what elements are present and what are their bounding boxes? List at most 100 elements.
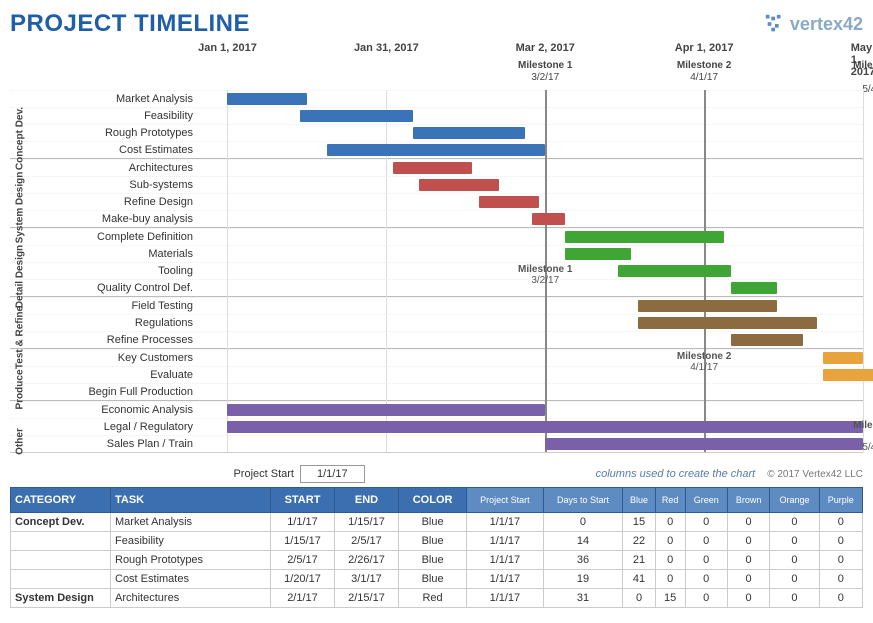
gantt-row: Regulations bbox=[10, 314, 863, 331]
cell[interactable]: 0 bbox=[819, 589, 862, 608]
gantt-bar[interactable] bbox=[532, 213, 565, 225]
gantt-bar[interactable] bbox=[565, 248, 631, 260]
cell[interactable]: Blue bbox=[398, 513, 466, 532]
cell[interactable]: 19 bbox=[543, 570, 623, 589]
gantt-bar[interactable] bbox=[731, 334, 804, 346]
cell[interactable]: Red bbox=[398, 589, 466, 608]
cell[interactable]: Feasibility bbox=[111, 532, 271, 551]
cell[interactable]: 0 bbox=[727, 532, 770, 551]
gantt-bar[interactable] bbox=[327, 144, 545, 156]
cell[interactable]: 0 bbox=[655, 532, 685, 551]
cell[interactable]: 0 bbox=[770, 532, 819, 551]
cell[interactable]: 0 bbox=[655, 513, 685, 532]
cell[interactable]: 1/1/17 bbox=[467, 513, 543, 532]
cell[interactable]: 1/20/17 bbox=[271, 570, 335, 589]
gantt-bar[interactable] bbox=[638, 317, 817, 329]
cell[interactable]: 0 bbox=[685, 532, 727, 551]
cell[interactable]: 14 bbox=[543, 532, 623, 551]
cell[interactable]: 0 bbox=[819, 532, 862, 551]
cell[interactable]: Blue bbox=[398, 551, 466, 570]
cell[interactable]: 15 bbox=[655, 589, 685, 608]
cell[interactable]: 0 bbox=[770, 513, 819, 532]
gantt-bar[interactable] bbox=[479, 196, 539, 208]
cell[interactable]: 41 bbox=[623, 570, 655, 589]
cell[interactable]: 0 bbox=[819, 551, 862, 570]
cell[interactable]: 1/1/17 bbox=[467, 589, 543, 608]
cell[interactable]: 0 bbox=[727, 570, 770, 589]
gantt-bar[interactable] bbox=[300, 110, 413, 122]
project-start-value[interactable]: 1/1/17 bbox=[300, 465, 365, 483]
gantt-bar[interactable] bbox=[638, 300, 777, 312]
task-label: Cost Estimates bbox=[46, 144, 201, 156]
gantt-bar[interactable] bbox=[393, 162, 472, 174]
cell[interactable]: 1/1/17 bbox=[467, 551, 543, 570]
gantt-bar[interactable] bbox=[413, 127, 526, 139]
cell[interactable]: 0 bbox=[655, 551, 685, 570]
gantt-bar[interactable] bbox=[227, 421, 863, 433]
cell[interactable]: 0 bbox=[819, 513, 862, 532]
gantt-bar[interactable] bbox=[565, 231, 724, 243]
cell[interactable]: 0 bbox=[727, 551, 770, 570]
cell[interactable]: 0 bbox=[727, 589, 770, 608]
cell[interactable]: 1/15/17 bbox=[334, 513, 398, 532]
task-label: Architectures bbox=[46, 162, 201, 174]
cell[interactable]: 1/15/17 bbox=[271, 532, 335, 551]
cell[interactable]: 2/5/17 bbox=[271, 551, 335, 570]
cell[interactable]: 0 bbox=[655, 570, 685, 589]
table-row[interactable]: System DesignArchitectures2/1/172/15/17R… bbox=[11, 589, 863, 608]
cell[interactable]: 0 bbox=[819, 570, 862, 589]
gantt-bar[interactable] bbox=[823, 352, 863, 364]
cell[interactable]: 1/1/17 bbox=[467, 532, 543, 551]
chart-note: columns used to create the chart bbox=[596, 468, 768, 480]
cell[interactable]: 0 bbox=[770, 570, 819, 589]
gantt-bar[interactable] bbox=[419, 179, 498, 191]
gantt-bar[interactable] bbox=[227, 404, 545, 416]
gantt-bar[interactable] bbox=[545, 438, 863, 450]
cell[interactable]: 0 bbox=[770, 589, 819, 608]
cell[interactable]: Market Analysis bbox=[111, 513, 271, 532]
cell[interactable]: 0 bbox=[685, 551, 727, 570]
cell[interactable]: Architectures bbox=[111, 589, 271, 608]
cell[interactable]: System Design bbox=[11, 589, 111, 608]
group-label: Concept Dev. bbox=[15, 107, 26, 170]
cell[interactable]: 1/1/17 bbox=[271, 513, 335, 532]
gantt-bar[interactable] bbox=[823, 369, 873, 381]
cell[interactable]: Concept Dev. bbox=[11, 513, 111, 532]
cell[interactable]: 0 bbox=[770, 551, 819, 570]
cell[interactable]: 2/5/17 bbox=[334, 532, 398, 551]
cell[interactable] bbox=[11, 551, 111, 570]
cell[interactable]: 0 bbox=[685, 570, 727, 589]
cell[interactable]: 21 bbox=[623, 551, 655, 570]
task-label: Sub-systems bbox=[46, 179, 201, 191]
gantt-bar[interactable] bbox=[618, 265, 731, 277]
cell[interactable]: 1/1/17 bbox=[467, 570, 543, 589]
cell[interactable]: 0 bbox=[727, 513, 770, 532]
gantt-row: Make-buy analysis bbox=[10, 210, 863, 227]
cell[interactable] bbox=[11, 570, 111, 589]
cell[interactable]: Cost Estimates bbox=[111, 570, 271, 589]
cell[interactable]: Rough Prototypes bbox=[111, 551, 271, 570]
gantt-row: OtherEconomic Analysis bbox=[10, 401, 863, 418]
cell[interactable]: 2/1/17 bbox=[271, 589, 335, 608]
cell[interactable]: 36 bbox=[543, 551, 623, 570]
cell[interactable]: 15 bbox=[623, 513, 655, 532]
cell[interactable]: 22 bbox=[623, 532, 655, 551]
table-row[interactable]: Feasibility1/15/172/5/17Blue1/1/17142200… bbox=[11, 532, 863, 551]
cell[interactable]: Blue bbox=[398, 570, 466, 589]
task-label: Sales Plan / Train bbox=[46, 438, 201, 450]
cell[interactable]: 3/1/17 bbox=[334, 570, 398, 589]
cell[interactable]: 2/26/17 bbox=[334, 551, 398, 570]
gantt-bar[interactable] bbox=[227, 93, 306, 105]
table-row[interactable]: Rough Prototypes2/5/172/26/17Blue1/1/173… bbox=[11, 551, 863, 570]
cell[interactable]: 0 bbox=[685, 513, 727, 532]
cell[interactable]: 0 bbox=[543, 513, 623, 532]
cell[interactable] bbox=[11, 532, 111, 551]
cell[interactable]: 31 bbox=[543, 589, 623, 608]
cell[interactable]: 0 bbox=[623, 589, 655, 608]
cell[interactable]: 2/15/17 bbox=[334, 589, 398, 608]
table-row[interactable]: Cost Estimates1/20/173/1/17Blue1/1/17194… bbox=[11, 570, 863, 589]
gantt-bar[interactable] bbox=[731, 282, 777, 294]
table-row[interactable]: Concept Dev.Market Analysis1/1/171/15/17… bbox=[11, 513, 863, 532]
cell[interactable]: Blue bbox=[398, 532, 466, 551]
cell[interactable]: 0 bbox=[685, 589, 727, 608]
